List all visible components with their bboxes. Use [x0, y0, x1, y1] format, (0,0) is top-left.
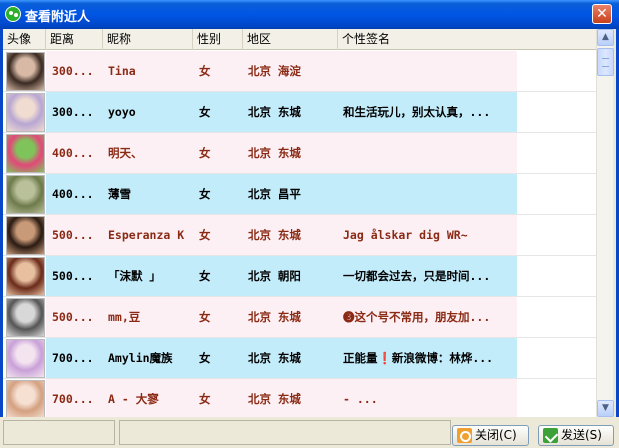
gender-cell: 女 — [199, 228, 211, 242]
area-cell: 北京 东城 — [248, 392, 301, 406]
column-header-signature[interactable]: 个性签名 — [338, 29, 596, 50]
gender-cell: 女 — [199, 146, 211, 160]
distance-cell: 500... — [52, 310, 94, 324]
avatar[interactable] — [6, 380, 45, 417]
window-title: 查看附近人 — [25, 10, 91, 25]
list-header: 头像 距离 昵称 性别 地区 个性签名 — [3, 29, 596, 50]
signature-cell: Jag ålskar dig WR~ — [343, 228, 468, 242]
nickname-cell: mm,豆 — [108, 310, 141, 324]
status-panel-left — [3, 420, 115, 445]
nearby-people-list: 头像 距离 昵称 性别 地区 个性签名 300... Tina 女北京 海淀 300.… — [3, 29, 596, 417]
distance-cell: 700... — [52, 351, 94, 365]
arrow-down-icon: ▼ — [602, 403, 609, 413]
avatar[interactable] — [6, 257, 45, 296]
title-bar: 查看附近人 ✕ — [0, 0, 619, 29]
column-header-nickname[interactable]: 昵称 — [103, 29, 193, 50]
distance-cell: 300... — [52, 64, 94, 78]
distance-cell: 400... — [52, 187, 94, 201]
table-row[interactable]: 400... 薄雪 女 北京 昌平 — [3, 174, 596, 215]
avatar[interactable] — [6, 216, 45, 255]
avatar[interactable] — [6, 52, 45, 91]
signature-cell — [343, 174, 515, 214]
distance-cell: 300... — [52, 105, 94, 119]
area-cell: 北京 朝阳 — [248, 269, 301, 283]
column-header-distance[interactable]: 距离 — [46, 29, 103, 50]
avatar[interactable] — [6, 339, 45, 378]
signature-cell — [343, 133, 515, 173]
signature-cell: - ... — [343, 392, 378, 406]
nickname-cell: Amylin魔族 — [108, 351, 173, 365]
nickname-cell: yoyo — [108, 105, 136, 119]
send-icon — [543, 428, 558, 443]
avatar[interactable] — [6, 175, 45, 214]
table-row[interactable]: 700... Amylin魔族 女 北京 东城 正能量❗新浪微博：林烨... — [3, 338, 596, 379]
nickname-cell: Tina — [108, 64, 136, 78]
column-header-area[interactable]: 地区 — [243, 29, 338, 50]
avatar[interactable] — [6, 93, 45, 132]
table-row[interactable]: 500... 「沫默 」 女 北京 朝阳 一切都会过去，只是时间... — [3, 256, 596, 297]
nickname-cell: 薄雪 — [108, 187, 131, 201]
area-cell: 北京 东城 — [248, 351, 301, 365]
distance-cell: 700... — [52, 392, 94, 406]
nickname-cell: A - 大寥 — [108, 392, 159, 406]
area-cell: 北京 东城 — [248, 146, 301, 160]
signature-cell — [343, 51, 515, 91]
send-button-label: 发送(S) — [561, 428, 602, 442]
scroll-thumb[interactable] — [597, 48, 614, 76]
window-close-button[interactable]: ✕ — [592, 4, 612, 24]
gender-cell: 女 — [199, 269, 211, 283]
gender-cell: 女 — [199, 310, 211, 324]
table-row[interactable]: 400... 明天、 女 北京 东城 — [3, 133, 596, 174]
gender-cell: 女 — [199, 187, 211, 201]
gender-cell: 女 — [199, 351, 211, 365]
status-panel-right — [119, 420, 451, 445]
table-row[interactable]: 300... Tina 女 北京 海淀 — [3, 51, 596, 92]
gender-cell: 女 — [199, 105, 211, 119]
send-button[interactable]: 发送(S) — [538, 425, 614, 446]
scroll-up-button[interactable]: ▲ — [597, 29, 614, 46]
arrow-up-icon: ▲ — [602, 32, 609, 42]
avatar[interactable] — [6, 298, 45, 337]
column-header-avatar[interactable]: 头像 — [3, 29, 46, 50]
signature-cell: ❸这个号不常用，朋友加... — [343, 310, 491, 324]
distance-cell: 500... — [52, 228, 94, 242]
signature-cell: 和生活玩儿，别太认真，... — [343, 105, 491, 119]
area-cell: 北京 东城 — [248, 105, 301, 119]
gender-cell: 女 — [199, 392, 211, 406]
wechat-icon — [5, 6, 21, 22]
close-button[interactable]: 关闭(C) — [452, 425, 529, 446]
nickname-cell: 「沫默 」 — [108, 269, 161, 283]
signature-cell: 一切都会过去，只是时间... — [343, 269, 491, 283]
avatar[interactable] — [6, 134, 45, 173]
nickname-cell: 明天、 — [108, 146, 143, 160]
table-row[interactable]: 300... yoyo 女 北京 东城 和生活玩儿，别太认真，... — [3, 92, 596, 133]
area-cell: 北京 东城 — [248, 228, 301, 242]
distance-cell: 400... — [52, 146, 94, 160]
distance-cell: 500... — [52, 269, 94, 283]
column-header-gender[interactable]: 性别 — [193, 29, 243, 50]
table-row[interactable]: 500... Esperanza K 女 北京 东城 Jag ålskar dig WR… — [3, 215, 596, 256]
area-cell: 北京 昌平 — [248, 187, 301, 201]
table-row[interactable]: 500... mm,豆 女 北京 东城 ❸这个号不常用，朋友加... — [3, 297, 596, 338]
signature-cell: 正能量❗新浪微博：林烨... — [343, 351, 494, 365]
table-row[interactable]: 700... A - 大寥 女 北京 东城 - ... — [3, 379, 596, 417]
bottom-bar: 关闭(C) 发送(S) — [0, 417, 619, 448]
gender-cell: 女 — [199, 64, 211, 78]
close-icon — [457, 428, 472, 443]
area-cell: 北京 海淀 — [248, 64, 301, 78]
scroll-down-button[interactable]: ▼ — [597, 400, 614, 417]
area-cell: 北京 东城 — [248, 310, 301, 324]
vertical-scrollbar[interactable]: ▲ ▼ — [596, 29, 614, 417]
close-button-label: 关闭(C) — [475, 428, 517, 442]
nickname-cell: Esperanza K — [108, 228, 185, 242]
